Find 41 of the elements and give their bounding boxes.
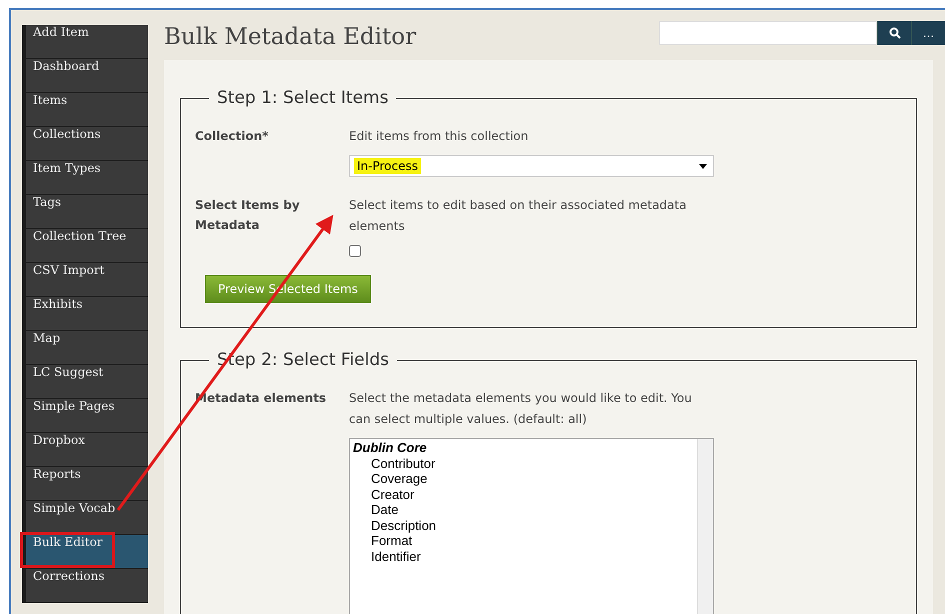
sidebar-item[interactable]: Dashboard xyxy=(26,59,148,93)
page-title: Bulk Metadata Editor xyxy=(164,24,416,50)
list-option[interactable]: Date xyxy=(353,502,694,518)
sidebar-item[interactable]: Item Types xyxy=(26,161,148,195)
sidebar-item[interactable]: Corrections xyxy=(26,569,148,603)
list-option[interactable]: Creator xyxy=(353,486,694,502)
sidebar-item[interactable]: Simple Pages xyxy=(26,399,148,433)
collection-select[interactable]: In-Process xyxy=(349,155,714,177)
search-icon xyxy=(888,27,900,39)
sidebar-item[interactable]: Tags xyxy=(26,195,148,229)
sidebar-item[interactable]: Items xyxy=(26,93,148,127)
scrollbar[interactable] xyxy=(697,439,713,614)
list-option[interactable]: Identifier xyxy=(353,548,694,564)
sidebar-item[interactable]: Map xyxy=(26,331,148,365)
more-button[interactable]: … xyxy=(911,21,945,45)
list-option[interactable]: Coverage xyxy=(353,471,694,486)
field-hint: Edit items from this collection xyxy=(349,128,530,145)
search-button[interactable] xyxy=(877,21,911,45)
sidebar-item[interactable]: CSV Import xyxy=(26,263,148,297)
sidebar-item[interactable]: LC Suggest xyxy=(26,365,148,399)
caret-icon xyxy=(699,164,707,168)
sidebar-item[interactable]: Reports xyxy=(26,467,148,501)
metadata-checkbox[interactable] xyxy=(349,245,361,257)
field-label: Select Items by Metadata xyxy=(195,197,301,234)
list-option[interactable]: Description xyxy=(353,518,694,533)
search-field[interactable] xyxy=(659,21,877,45)
list-option[interactable]: Format xyxy=(353,533,694,548)
sidebar-item[interactable]: Dropbox xyxy=(26,433,148,467)
list-option[interactable]: Contributor xyxy=(353,456,694,471)
option-group-label: Dublin Core xyxy=(353,440,428,456)
field-hint: Select items to edit based on their associated metadata elements xyxy=(349,197,688,235)
sidebar-item[interactable]: Bulk Editor xyxy=(26,535,148,569)
section-legend: Step 1: Select Items xyxy=(209,88,396,108)
field-hint: Select the metadata elements you would like to edit. You can select multiple values. (default: all) xyxy=(349,390,693,428)
sidebar-item[interactable]: Add Item xyxy=(26,25,148,59)
metadata-listbox[interactable]: Dublin Core Contributor Coverage Creator Date Description Format Identifier xyxy=(349,438,714,614)
sidebar-item[interactable]: Exhibits xyxy=(26,297,148,331)
sidebar-item[interactable]: Collections xyxy=(26,127,148,161)
sidebar-item[interactable]: Simple Vocab xyxy=(26,501,148,535)
field-label: Collection* xyxy=(195,128,270,145)
sidebar-item[interactable]: Collection Tree xyxy=(26,229,148,263)
